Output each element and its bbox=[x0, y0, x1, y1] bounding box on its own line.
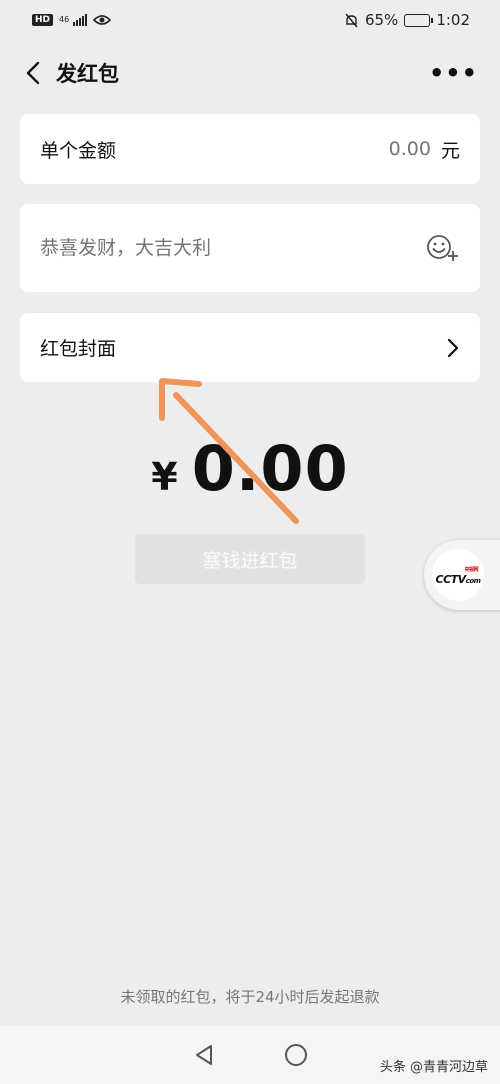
status-left: HD 46 bbox=[32, 14, 112, 26]
total-amount: ¥ 0.00 bbox=[0, 432, 500, 505]
back-button[interactable] bbox=[16, 53, 50, 93]
status-right: 65% 1:02 bbox=[344, 11, 470, 29]
submit-button[interactable]: 塞钱进红包 bbox=[135, 534, 365, 584]
cctv-small-text: 央视网 bbox=[464, 566, 478, 573]
emoji-icon[interactable] bbox=[424, 230, 460, 266]
currency-symbol: ¥ bbox=[151, 455, 178, 499]
more-button[interactable]: ••• bbox=[423, 59, 484, 87]
amount-input[interactable] bbox=[310, 138, 431, 160]
total-value: 0.00 bbox=[191, 432, 349, 505]
chevron-right-icon bbox=[447, 338, 459, 357]
nav-home-icon[interactable] bbox=[285, 1044, 307, 1066]
wish-input[interactable] bbox=[40, 237, 424, 259]
cctv-logo: 央视网 CCTVcom bbox=[432, 549, 484, 601]
nav-bar: 发红包 ••• bbox=[0, 46, 500, 100]
refund-note: 未领取的红包，将于24小时后发起退款 bbox=[120, 988, 380, 1006]
watermark: 头条 @青青河边草 bbox=[379, 1060, 488, 1075]
battery-percent: 65% bbox=[364, 11, 399, 29]
hd-badge: HD bbox=[32, 14, 54, 26]
mute-bell-icon bbox=[345, 13, 358, 27]
network-type: 46 bbox=[59, 15, 70, 24]
amount-label: 单个金额 bbox=[40, 139, 117, 162]
system-nav-bar bbox=[0, 1026, 500, 1084]
page-title: 发红包 bbox=[56, 62, 119, 86]
chevron-left-icon bbox=[26, 61, 40, 85]
amount-unit: 元 bbox=[440, 139, 460, 162]
signal-icon bbox=[73, 14, 88, 26]
nav-back-icon[interactable] bbox=[193, 1044, 215, 1066]
cover-card[interactable]: 红包封面 bbox=[20, 313, 480, 382]
wish-card[interactable] bbox=[20, 204, 480, 292]
amount-card[interactable]: 单个金额 元 bbox=[20, 114, 480, 184]
clock: 1:02 bbox=[436, 11, 470, 29]
status-bar: HD 46 65% 1:02 bbox=[0, 0, 500, 40]
battery-icon bbox=[404, 13, 434, 27]
eye-icon bbox=[93, 15, 112, 25]
cover-label: 红包封面 bbox=[40, 338, 117, 360]
floating-ball[interactable]: 央视网 CCTVcom bbox=[424, 540, 500, 610]
cctv-text: CCTVcom bbox=[435, 572, 481, 586]
